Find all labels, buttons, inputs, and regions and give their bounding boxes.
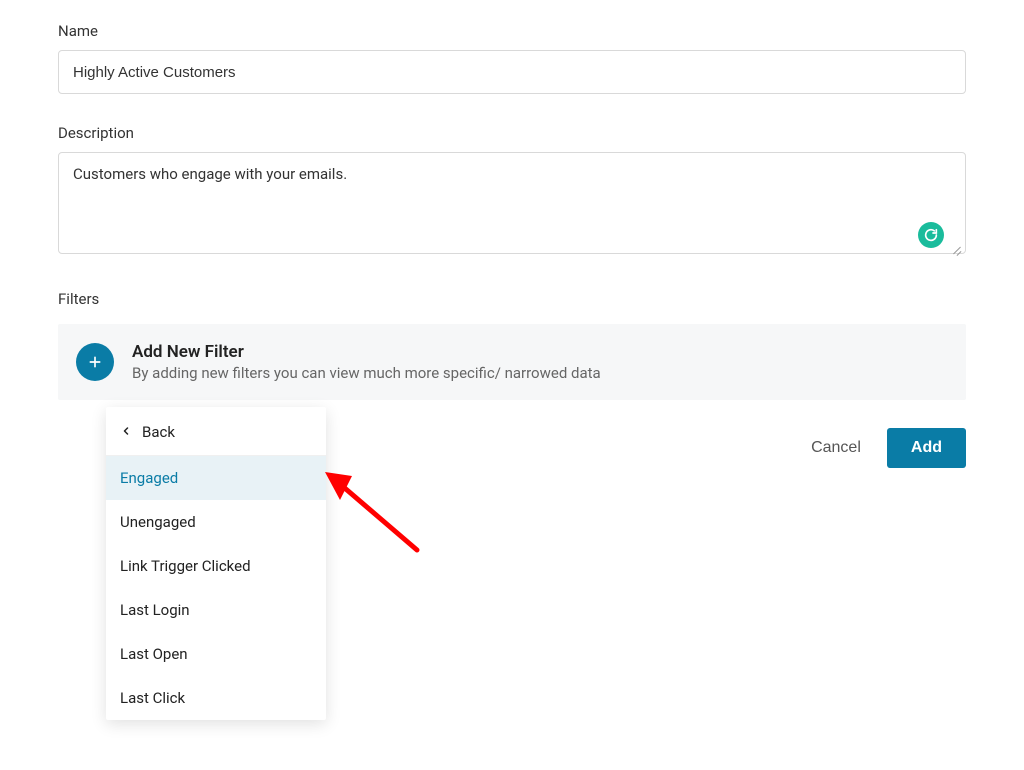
cancel-button[interactable]: Cancel [807,431,865,465]
description-label: Description [58,124,966,142]
grammarly-icon[interactable] [918,222,944,248]
add-button[interactable]: Add [887,428,966,468]
dropdown-back-label: Back [142,423,175,441]
name-label: Name [58,22,966,40]
chevron-left-icon [120,423,132,441]
description-wrap [58,152,966,258]
name-section: Name [58,0,966,94]
dropdown-item-last-click[interactable]: Last Click [106,676,326,720]
dropdown-item-engaged[interactable]: Engaged [106,456,326,500]
add-filter-subtitle: By adding new filters you can view much … [132,364,601,382]
add-filter-text: Add New Filter By adding new filters you… [132,342,601,382]
form-container: Name Description Filters [0,0,1024,770]
dropdown-item-last-login[interactable]: Last Login [106,588,326,632]
filters-label: Filters [58,290,966,308]
add-filter-button[interactable] [76,343,114,381]
dropdown-item-last-open[interactable]: Last Open [106,632,326,676]
annotation-arrow-icon [322,460,432,560]
filter-dropdown: Back Engaged Unengaged Link Trigger Clic… [106,407,326,720]
filters-section: Filters Add New Filter By adding new fil… [58,290,966,400]
description-textarea[interactable] [58,152,966,254]
dropdown-back[interactable]: Back [106,407,326,456]
add-filter-card: Add New Filter By adding new filters you… [58,324,966,400]
dropdown-item-unengaged[interactable]: Unengaged [106,500,326,544]
name-input[interactable] [58,50,966,94]
description-section: Description [58,124,966,258]
dropdown-item-link-trigger-clicked[interactable]: Link Trigger Clicked [106,544,326,588]
add-filter-title: Add New Filter [132,342,601,362]
